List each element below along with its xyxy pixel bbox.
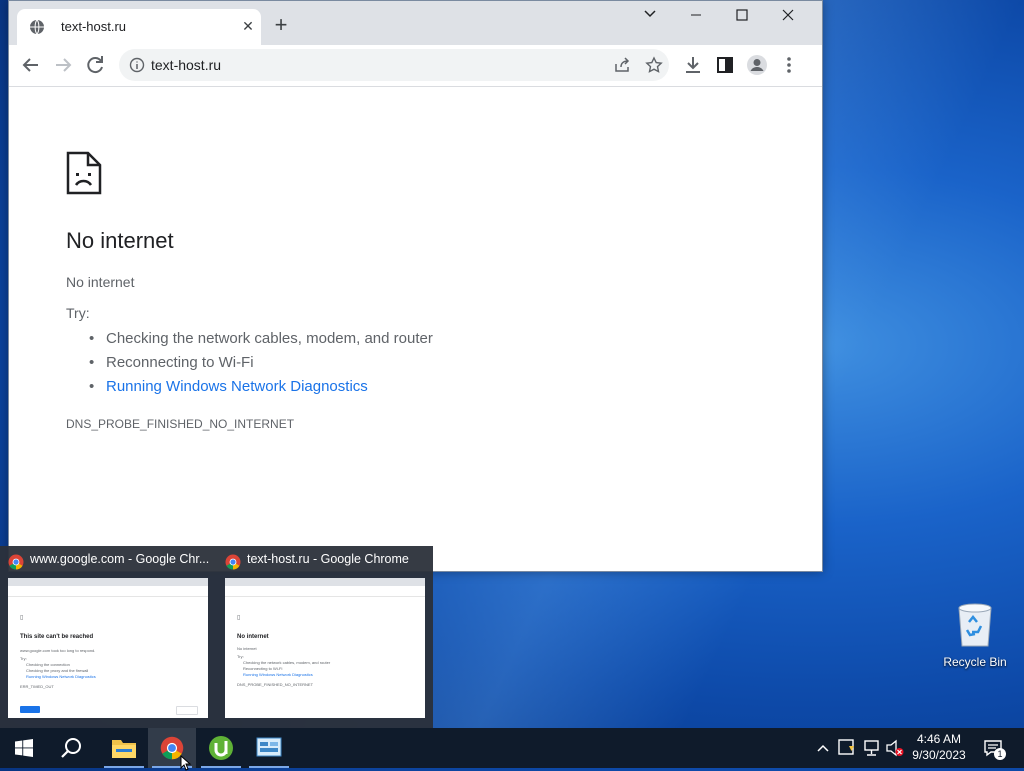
file-explorer-button[interactable] xyxy=(100,728,148,768)
back-arrow-icon[interactable] xyxy=(19,53,43,77)
taskbar: 4:46 AM 9/30/2023 1 xyxy=(0,728,1024,771)
bookmark-star-icon[interactable] xyxy=(645,56,663,74)
suggestion-item: Reconnecting to Wi-Fi xyxy=(89,351,433,375)
maximize-button[interactable] xyxy=(722,6,762,28)
tab-search-chevron-icon[interactable] xyxy=(630,6,670,28)
preview-thumbnail[interactable]: ▯ This site can't be reached www.google.… xyxy=(8,578,208,718)
chrome-window: text-host.ru ✕ + text-host.ru No interne… xyxy=(8,0,823,572)
folder-icon xyxy=(112,740,136,758)
control-panel-button[interactable] xyxy=(245,728,293,768)
side-panel-icon[interactable] xyxy=(713,53,737,77)
preview-text-host-window[interactable]: text-host.ru - Google Chrome ▯ No intern… xyxy=(217,546,433,728)
address-bar[interactable]: text-host.ru xyxy=(119,49,669,81)
taskbar-thumbnail-preview: www.google.com - Google Chr... ▯ This si… xyxy=(0,546,433,728)
recycle-bin[interactable]: Recycle Bin xyxy=(942,600,1008,669)
sad-document-icon xyxy=(66,151,102,195)
download-icon[interactable] xyxy=(681,53,705,77)
error-page: No internet No internet Try: Checking th… xyxy=(9,87,822,571)
globe-icon xyxy=(30,19,44,35)
preview-google-window[interactable]: www.google.com - Google Chr... ▯ This si… xyxy=(0,546,216,728)
suggestion-list: Checking the network cables, modem, and … xyxy=(89,327,433,399)
error-subtitle: No internet xyxy=(66,274,135,290)
new-tab-button[interactable]: + xyxy=(271,14,291,36)
clock-time: 4:46 AM xyxy=(916,732,962,746)
share-icon[interactable] xyxy=(613,56,631,74)
error-code: DNS_PROBE_FINISHED_NO_INTERNET xyxy=(66,417,295,431)
tab-title: text-host.ru xyxy=(61,19,127,34)
tab-strip: text-host.ru ✕ + xyxy=(9,1,822,45)
chrome-icon xyxy=(8,554,24,570)
suggestion-item: Checking the network cables, modem, and … xyxy=(89,327,433,351)
start-button[interactable] xyxy=(0,728,48,768)
show-hidden-icons-chevron-icon[interactable] xyxy=(815,728,831,768)
recycle-bin-icon xyxy=(958,603,992,647)
tab-close-icon[interactable]: ✕ xyxy=(239,17,257,35)
info-icon[interactable] xyxy=(129,57,145,73)
preview-title: www.google.com - Google Chr... xyxy=(30,552,210,566)
security-warning-icon[interactable] xyxy=(837,728,857,768)
url-text[interactable]: text-host.ru xyxy=(151,57,221,73)
more-menu-icon[interactable] xyxy=(777,53,801,77)
profile-avatar-icon[interactable] xyxy=(745,53,769,77)
recycle-bin-label: Recycle Bin xyxy=(943,655,1007,669)
forward-arrow-icon[interactable] xyxy=(51,53,75,77)
clock-date: 9/30/2023 xyxy=(912,748,966,762)
minimize-button[interactable] xyxy=(676,6,716,28)
preview-thumbnail[interactable]: ▯ No internet No internet Try: Checking … xyxy=(225,578,425,718)
system-clock[interactable]: 4:46 AM 9/30/2023 xyxy=(900,731,978,763)
preview-title: text-host.ru - Google Chrome xyxy=(247,552,409,566)
control-panel-icon xyxy=(256,737,282,757)
windows-logo-icon xyxy=(15,739,33,757)
network-diagnostics-link[interactable]: Running Windows Network Diagnostics xyxy=(89,375,433,399)
browser-toolbar: text-host.ru xyxy=(9,45,822,87)
search-icon xyxy=(61,738,81,758)
network-icon[interactable] xyxy=(862,728,882,768)
mouse-cursor-icon xyxy=(180,755,192,771)
notification-count-badge: 1 xyxy=(994,748,1006,760)
utorrent-button[interactable] xyxy=(197,728,245,768)
chrome-icon xyxy=(225,554,241,570)
close-window-button[interactable] xyxy=(768,6,808,28)
utorrent-icon xyxy=(209,736,233,760)
search-button[interactable] xyxy=(48,728,96,768)
chrome-taskbar-button[interactable] xyxy=(148,728,196,771)
tab-text-host[interactable]: text-host.ru ✕ xyxy=(17,9,261,45)
reload-icon[interactable] xyxy=(83,53,107,77)
error-title: No internet xyxy=(66,228,174,253)
try-label: Try: xyxy=(66,305,90,321)
notification-center-button[interactable]: 1 xyxy=(980,728,1010,768)
